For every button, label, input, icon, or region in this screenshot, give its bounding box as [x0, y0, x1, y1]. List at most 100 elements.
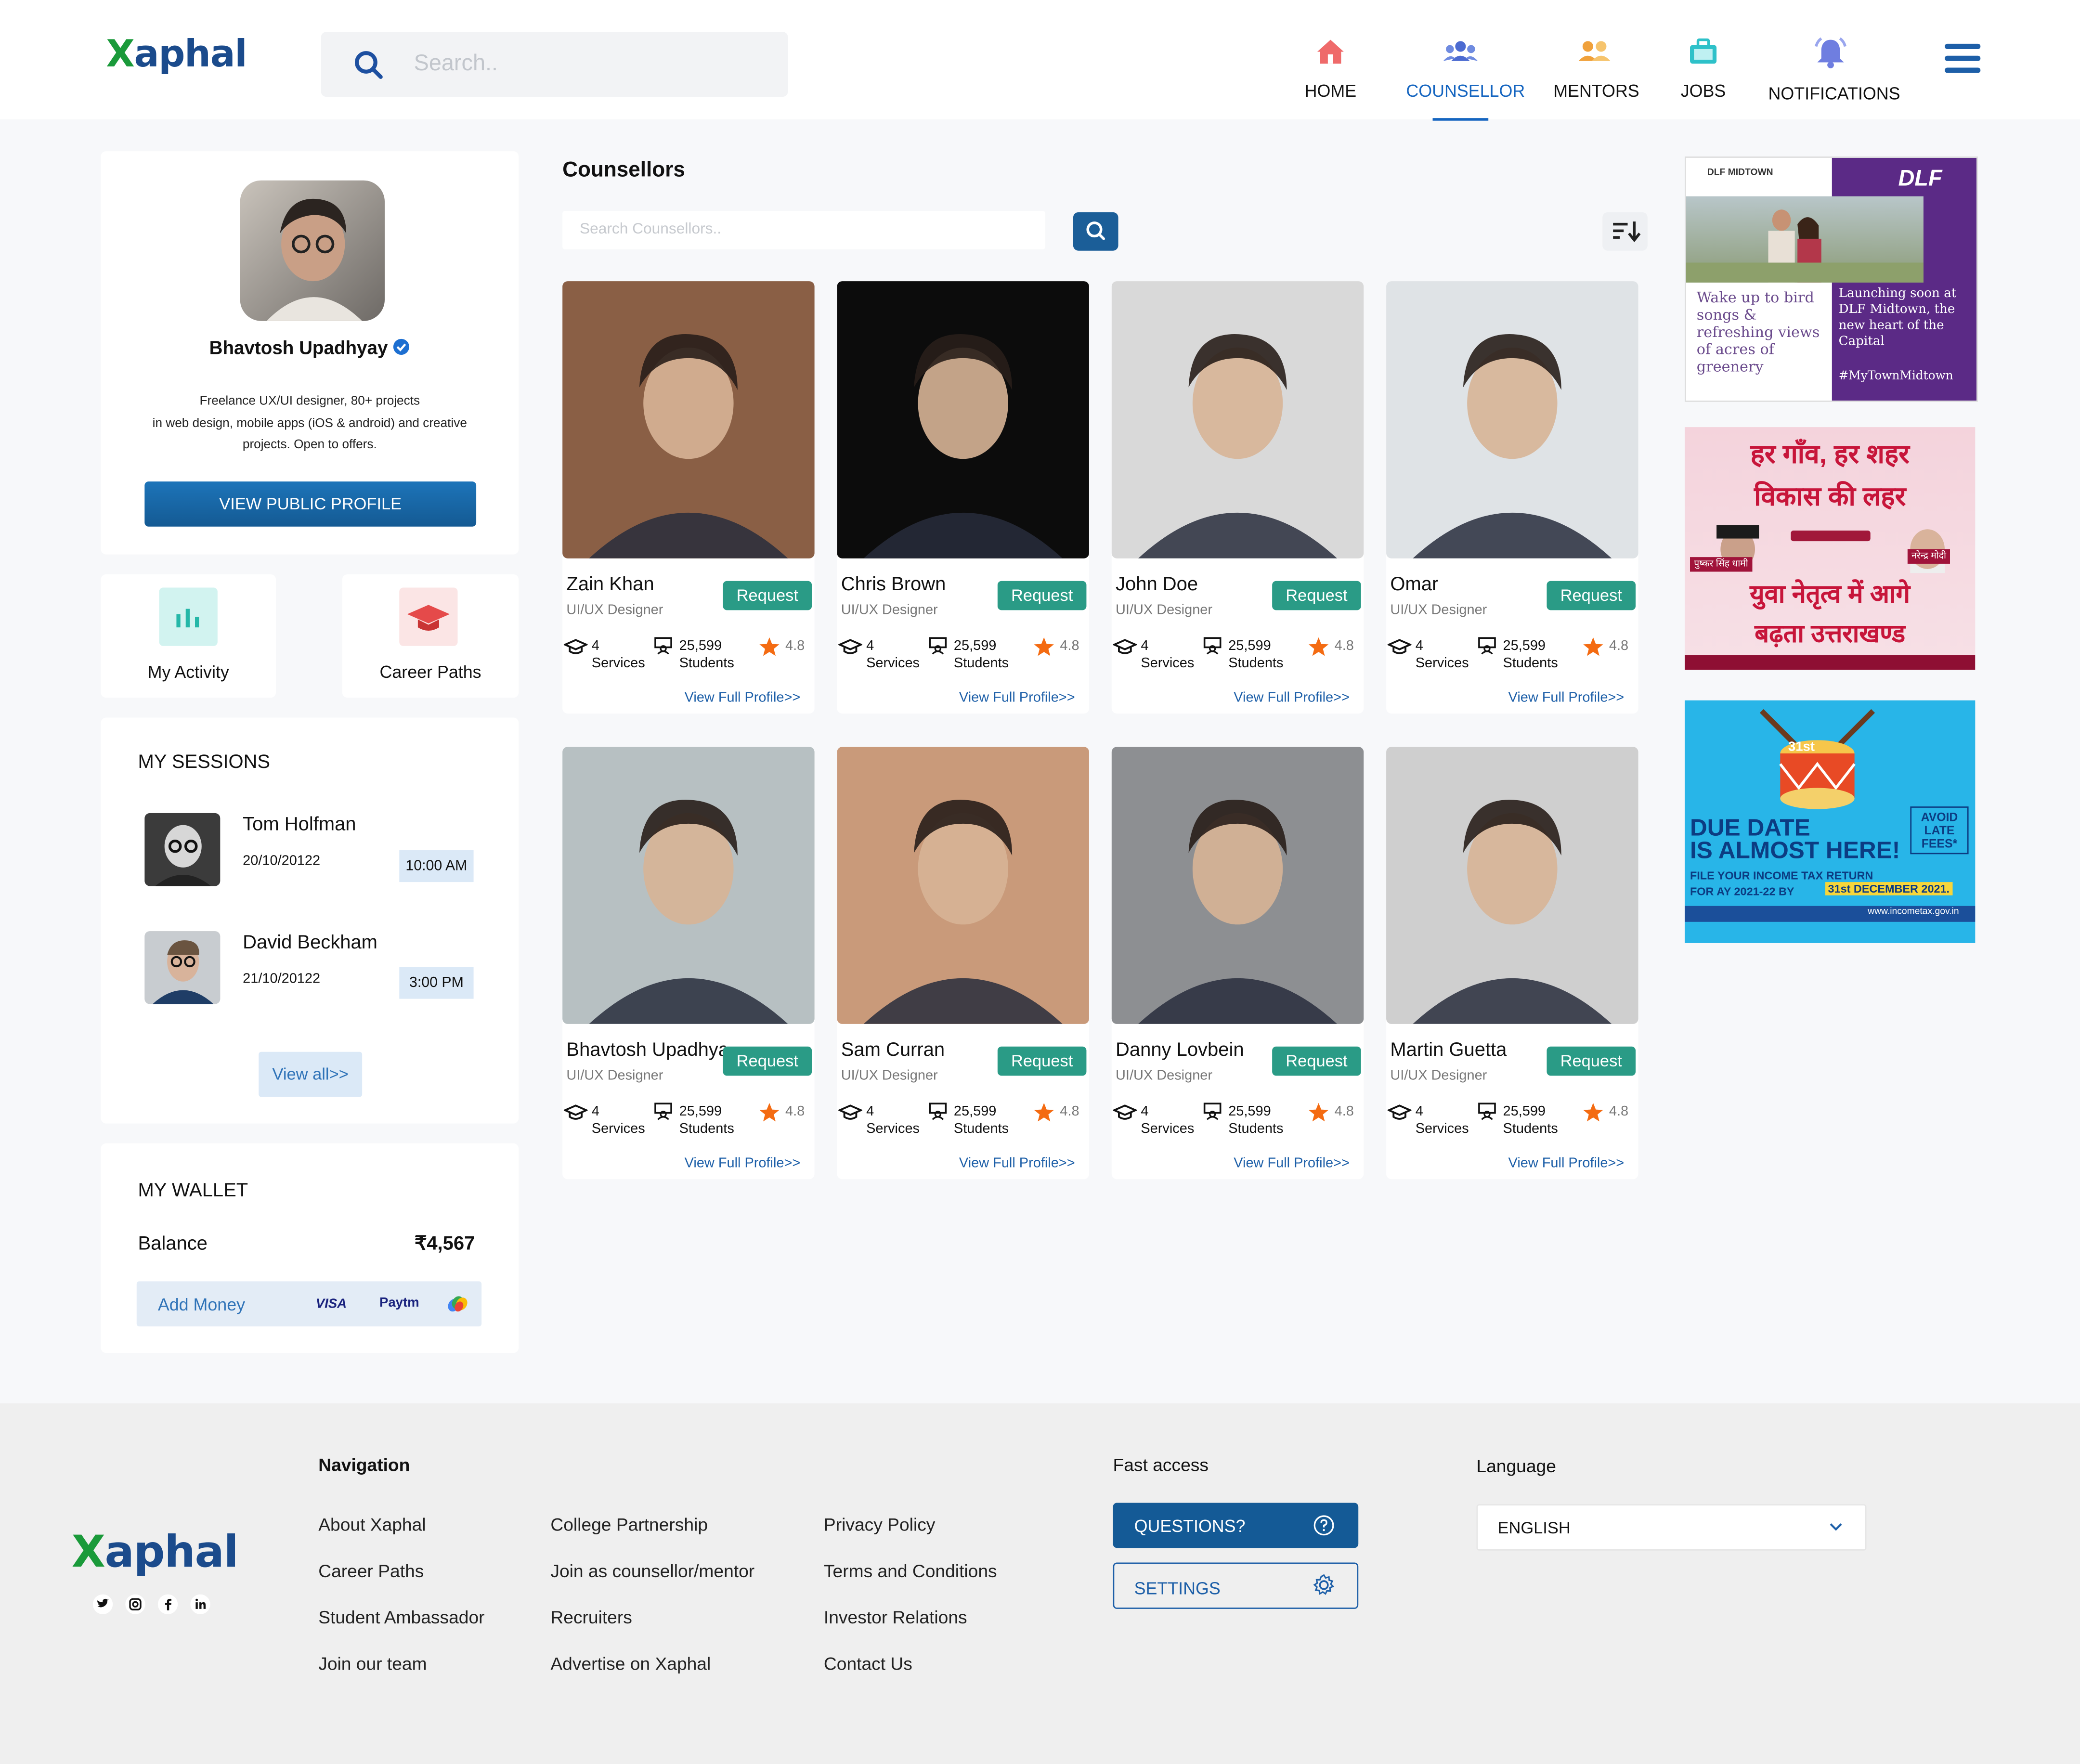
view-full-profile-link[interactable]: View Full Profile>>	[959, 1155, 1075, 1171]
bell-icon	[1815, 37, 1847, 68]
counsellor-name[interactable]: Chris Brown	[841, 574, 1001, 596]
footer-link[interactable]: Student Ambassador	[318, 1608, 484, 1627]
profile-bio: Freelance UX/UI designer, 80+ projects i…	[101, 391, 519, 457]
ad-website: www.incometax.gov.in	[1868, 907, 1959, 917]
counsellor-photo[interactable]	[1111, 281, 1364, 558]
students-icon	[1203, 1102, 1222, 1120]
counsellor-photo[interactable]	[1111, 747, 1364, 1024]
footer-nav-title: Navigation	[318, 1455, 410, 1475]
language-select[interactable]: ENGLISH	[1476, 1504, 1867, 1551]
footer-logo[interactable]: Xaphal	[72, 1525, 239, 1577]
counsellor-name[interactable]: Omar	[1390, 574, 1549, 596]
footer-link[interactable]: Contact Us	[824, 1654, 912, 1674]
xaphal-logo[interactable]: Xaphal	[106, 32, 247, 76]
counsellor-name[interactable]: Danny Lovbein	[1116, 1040, 1275, 1061]
counsellor-card[interactable]: Martin Guetta Request UI/UX Designer 4 S…	[1386, 747, 1638, 1180]
counsellor-card[interactable]: Zain Khan Request UI/UX Designer 4 Servi…	[562, 281, 815, 714]
my-activity-label: My Activity	[147, 662, 229, 682]
request-button[interactable]: Request	[1272, 581, 1361, 610]
counsellor-photo[interactable]	[562, 281, 815, 558]
ad-banner-dlf[interactable]: DLF MIDTOWN DLF Wake up to bird songs & …	[1684, 156, 1978, 402]
view-full-profile-link[interactable]: View Full Profile>>	[959, 690, 1075, 706]
view-full-profile-link[interactable]: View Full Profile>>	[685, 690, 801, 706]
ad-banner-incometax[interactable]: 31st DUE DATE IS ALMOST HERE! AVOID LATE…	[1684, 700, 1976, 943]
services-label: Services	[1415, 1121, 1469, 1137]
counsellor-card[interactable]: Danny Lovbein Request UI/UX Designer 4 S…	[1111, 747, 1364, 1180]
ad-banner-uttarakhand[interactable]: हर गाँव, हर शहर विकास की लहर पुष्कर सिंह…	[1684, 427, 1976, 670]
footer-link[interactable]: Recruiters	[550, 1608, 632, 1627]
request-button[interactable]: Request	[723, 581, 812, 610]
students-icon	[1478, 637, 1496, 655]
counsellor-photo[interactable]	[837, 747, 1089, 1024]
questions-button[interactable]: QUESTIONS?	[1113, 1503, 1359, 1548]
session-avatar	[144, 813, 221, 886]
add-money-bar[interactable]: Add Money VISA Paytm	[136, 1281, 482, 1327]
ad-body-text: FILE YOUR INCOME TAX RETURN	[1690, 869, 1873, 882]
view-public-profile-button[interactable]: VIEW PUBLIC PROFILE	[144, 481, 477, 527]
request-button[interactable]: Request	[723, 1046, 812, 1076]
ad-couple-photo	[1686, 196, 1924, 283]
global-search[interactable]: Search..	[321, 32, 788, 97]
footer-link[interactable]: About Xaphal	[318, 1515, 426, 1534]
nav-home[interactable]: HOME	[1304, 35, 1357, 101]
sort-button[interactable]	[1602, 212, 1648, 251]
request-button[interactable]: Request	[1547, 581, 1636, 610]
nav-jobs[interactable]: JOBS	[1679, 35, 1727, 101]
footer-link[interactable]: Join as counsellor/mentor	[550, 1561, 754, 1581]
counsellor-card[interactable]: Omar Request UI/UX Designer 4 Services 2…	[1386, 281, 1638, 714]
add-money-button[interactable]: Add Money	[158, 1295, 245, 1314]
settings-button[interactable]: SETTINGS	[1113, 1562, 1359, 1609]
request-button[interactable]: Request	[997, 1046, 1087, 1076]
counsellor-name[interactable]: Zain Khan	[566, 574, 726, 596]
my-activity-card[interactable]: My Activity	[101, 574, 276, 698]
counsellor-search-input[interactable]: Search Counsellors..	[562, 211, 1046, 249]
footer-link[interactable]: Privacy Policy	[824, 1515, 936, 1534]
request-button[interactable]: Request	[1547, 1046, 1636, 1076]
view-full-profile-link[interactable]: View Full Profile>>	[1234, 1155, 1350, 1171]
counsellor-name[interactable]: John Doe	[1116, 574, 1275, 596]
twitter-icon[interactable]	[92, 1594, 113, 1614]
view-all-sessions-button[interactable]: View all>>	[259, 1051, 363, 1097]
search-input-placeholder[interactable]: Search..	[414, 51, 498, 77]
counsellor-name[interactable]: Martin Guetta	[1390, 1040, 1549, 1061]
facebook-icon[interactable]	[157, 1594, 178, 1614]
nav-notifications[interactable]: NOTIFICATIONS	[1768, 35, 1900, 104]
counsellor-card[interactable]: Sam Curran Request UI/UX Designer 4 Serv…	[837, 747, 1089, 1180]
counsellor-photo[interactable]	[1386, 281, 1638, 558]
nav-counsellor[interactable]: COUNSELLOR	[1406, 35, 1525, 101]
session-name[interactable]: Tom Holfman	[243, 815, 356, 836]
counsellor-photo[interactable]	[1386, 747, 1638, 1024]
counsellor-search-button[interactable]	[1073, 212, 1118, 251]
students-count: 25,599	[1503, 1103, 1546, 1120]
career-paths-card[interactable]: Career Paths	[342, 574, 519, 698]
nav-mentors[interactable]: MENTORS	[1553, 35, 1639, 101]
view-full-profile-link[interactable]: View Full Profile>>	[1508, 1155, 1625, 1171]
linkedin-icon[interactable]	[190, 1594, 210, 1614]
view-full-profile-link[interactable]: View Full Profile>>	[685, 1155, 801, 1171]
footer-link[interactable]: Investor Relations	[824, 1608, 967, 1627]
footer-link[interactable]: Career Paths	[318, 1561, 424, 1581]
session-name[interactable]: David Beckham	[243, 933, 377, 954]
counsellor-name[interactable]: Bhavtosh Upadhyay	[566, 1040, 726, 1061]
footer-link[interactable]: Advertise on Xaphal	[550, 1654, 711, 1674]
counsellor-card[interactable]: Chris Brown Request UI/UX Designer 4 Ser…	[837, 281, 1089, 714]
counsellor-card[interactable]: Bhavtosh Upadhyay Request UI/UX Designer…	[562, 747, 815, 1180]
footer-link[interactable]: Join our team	[318, 1654, 427, 1674]
visa-logo: VISA	[315, 1297, 347, 1312]
counsellor-name[interactable]: Sam Curran	[841, 1040, 1001, 1061]
request-button[interactable]: Request	[1272, 1046, 1361, 1076]
counsellor-card[interactable]: John Doe Request UI/UX Designer 4 Servic…	[1111, 281, 1364, 714]
footer-link[interactable]: Terms and Conditions	[824, 1561, 997, 1581]
sessions-title: MY SESSIONS	[138, 752, 271, 774]
students-label: Students	[679, 1121, 734, 1137]
counsellor-photo[interactable]	[837, 281, 1089, 558]
profile-avatar[interactable]	[240, 180, 385, 321]
counsellor-photo[interactable]	[562, 747, 815, 1024]
view-full-profile-link[interactable]: View Full Profile>>	[1508, 690, 1625, 706]
view-full-profile-link[interactable]: View Full Profile>>	[1234, 690, 1350, 706]
request-button[interactable]: Request	[997, 581, 1087, 610]
hamburger-menu-icon[interactable]	[1944, 42, 1981, 74]
instagram-icon[interactable]	[125, 1594, 145, 1614]
ad-tagline: Wake up to bird songs & refreshing views…	[1696, 289, 1820, 376]
footer-link[interactable]: College Partnership	[550, 1515, 708, 1534]
